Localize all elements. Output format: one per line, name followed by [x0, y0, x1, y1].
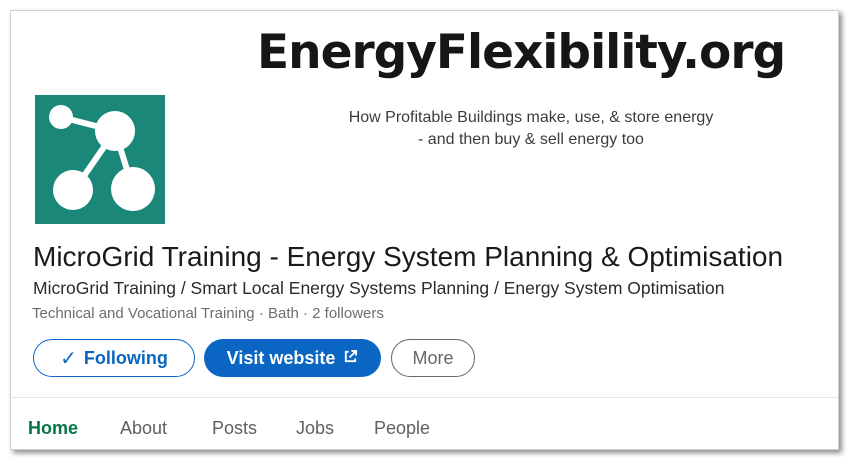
company-logo[interactable]: [35, 95, 165, 224]
tab-people[interactable]: People: [374, 418, 430, 439]
following-button[interactable]: ✓ Following: [33, 339, 195, 377]
more-button[interactable]: More: [391, 339, 475, 377]
banner-tagline-line1: How Profitable Buildings make, use, & st…: [348, 109, 714, 126]
following-label: Following: [83, 347, 168, 368]
tab-about[interactable]: About: [120, 418, 167, 439]
tab-jobs[interactable]: Jobs: [296, 418, 334, 439]
banner-tagline-line2: - and then buy & sell energy too: [418, 131, 644, 148]
company-tagline: MicroGrid Training / Smart Local Energy …: [33, 278, 725, 298]
company-meta: Technical and Vocational Training · Bath…: [32, 305, 384, 322]
visit-website-button[interactable]: Visit website: [204, 339, 381, 377]
visit-website-label: Visit website: [226, 347, 336, 368]
tab-home[interactable]: Home: [28, 418, 78, 439]
network-nodes-icon: [49, 105, 155, 211]
company-name: MicroGrid Training - Energy System Plann…: [33, 241, 784, 272]
company-page-card: EnergyFlexibility.org How Profitable Bui…: [10, 10, 839, 450]
tab-posts[interactable]: Posts: [212, 418, 257, 439]
banner-title: EnergyFlexibility.org: [257, 25, 786, 80]
external-link-icon: [343, 348, 358, 369]
check-icon: ✓: [60, 347, 77, 370]
tabs-divider: [11, 397, 838, 398]
